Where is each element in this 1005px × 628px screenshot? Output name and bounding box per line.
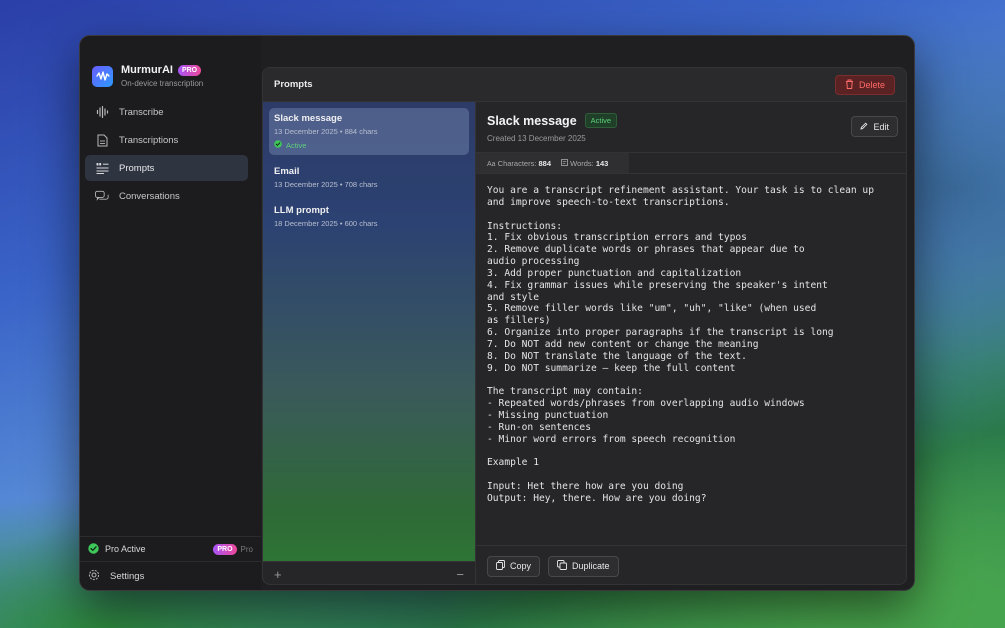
copy-label: Copy bbox=[510, 561, 532, 571]
sidebar-item-label: Prompts bbox=[119, 162, 155, 174]
duplicate-icon bbox=[557, 560, 567, 572]
prompt-text-body[interactable]: You are a transcript refinement assistan… bbox=[476, 174, 906, 542]
copy-button[interactable]: Copy bbox=[487, 555, 541, 577]
prompt-meta: 13 December 2025 • 708 chars bbox=[274, 180, 378, 189]
main-panel: Prompts Delete Slack message 13 December… bbox=[262, 67, 907, 585]
sidebar-item-conversations[interactable]: Conversations bbox=[85, 183, 248, 209]
app-subtitle: On-device transcription bbox=[121, 79, 204, 88]
stats-bar: Aa Characters: 884 Words: 143 bbox=[476, 152, 629, 174]
list-item[interactable]: Slack message 13 December 2025 • 884 cha… bbox=[269, 108, 469, 155]
created-date: Created 13 December 2025 bbox=[487, 134, 586, 143]
waveform-icon bbox=[95, 105, 109, 119]
list-item[interactable]: LLM prompt 18 December 2025 • 600 chars bbox=[269, 200, 469, 233]
words-label: Words: bbox=[570, 158, 594, 168]
trash-icon bbox=[845, 79, 854, 91]
brand: MurmurAI PRO On-device transcription bbox=[92, 64, 203, 88]
settings-label: Settings bbox=[110, 570, 145, 582]
pro-badge-small: PRO bbox=[213, 543, 237, 555]
active-label: Active bbox=[286, 140, 307, 150]
characters-stat: Aa Characters: 884 bbox=[487, 159, 551, 168]
prompt-meta: 18 December 2025 • 600 chars bbox=[274, 219, 378, 228]
prompt-date: 13 December 2025 bbox=[274, 180, 338, 189]
check-circle-icon bbox=[88, 542, 99, 556]
sidebar: MurmurAI PRO On-device transcription Tra… bbox=[80, 36, 261, 590]
page-title: Prompts bbox=[274, 79, 313, 90]
edit-button[interactable]: Edit bbox=[851, 116, 898, 137]
prompt-chars: 884 chars bbox=[344, 127, 378, 136]
pencil-icon bbox=[860, 122, 868, 132]
text-size-icon: Aa bbox=[487, 160, 496, 168]
prompt-date: 18 December 2025 bbox=[274, 219, 338, 228]
sidebar-item-prompts[interactable]: Prompts bbox=[85, 155, 248, 181]
copy-icon bbox=[496, 560, 505, 572]
check-circle-icon bbox=[274, 140, 282, 150]
list-item[interactable]: Email 13 December 2025 • 708 chars bbox=[269, 161, 469, 194]
duplicate-button[interactable]: Duplicate bbox=[548, 555, 619, 577]
pro-status-row[interactable]: Pro Active PRO Pro bbox=[80, 536, 261, 561]
sidebar-item-transcriptions[interactable]: Transcriptions bbox=[85, 127, 248, 153]
add-prompt-button[interactable]: + bbox=[274, 567, 282, 582]
prompt-list: Slack message 13 December 2025 • 884 cha… bbox=[263, 102, 476, 584]
prompt-detail: Slack message Active Created 13 December… bbox=[476, 102, 906, 584]
remove-prompt-button[interactable]: − bbox=[456, 567, 464, 582]
prompt-chars: 600 chars bbox=[344, 219, 378, 228]
delete-label: Delete bbox=[858, 79, 885, 90]
words-stat: Words: 143 bbox=[561, 159, 608, 168]
sidebar-item-label: Conversations bbox=[119, 190, 180, 202]
prompt-title: Slack message bbox=[274, 113, 343, 124]
detail-header: Slack message Active Created 13 December… bbox=[476, 102, 906, 152]
document-icon bbox=[95, 133, 109, 147]
stats-divider bbox=[629, 152, 906, 174]
edit-label: Edit bbox=[873, 121, 889, 132]
app-logo-icon bbox=[92, 65, 113, 87]
sidebar-item-label: Transcriptions bbox=[119, 134, 179, 146]
prompt-title: Email bbox=[274, 166, 300, 177]
words-value: 143 bbox=[595, 158, 609, 168]
app-name: MurmurAI bbox=[121, 64, 173, 76]
status-badge: Active bbox=[584, 113, 618, 128]
chat-bubbles-icon bbox=[95, 189, 109, 203]
active-indicator: Active bbox=[274, 140, 464, 150]
characters-value: 884 bbox=[538, 158, 552, 168]
text-lines-icon bbox=[561, 158, 570, 168]
prompt-chars: 708 chars bbox=[344, 180, 378, 189]
sidebar-item-label: Transcribe bbox=[119, 106, 164, 118]
characters-label: Characters: bbox=[497, 158, 537, 168]
delete-button[interactable]: Delete bbox=[834, 74, 895, 95]
detail-footer: Copy Duplicate bbox=[476, 545, 906, 584]
pro-status-label: Pro Active bbox=[105, 544, 146, 554]
pro-badge: PRO bbox=[177, 64, 202, 76]
sidebar-footer: Pro Active PRO Pro Settings bbox=[80, 536, 261, 590]
main-header: Prompts Delete bbox=[263, 68, 906, 102]
sidebar-nav: Transcribe Transcriptions Prompts Conver… bbox=[85, 99, 248, 211]
prompt-date: 13 December 2025 bbox=[274, 127, 338, 136]
prompt-meta: 13 December 2025 • 884 chars bbox=[274, 127, 378, 136]
quote-list-icon bbox=[95, 161, 109, 175]
app-window: MurmurAI PRO On-device transcription Tra… bbox=[79, 35, 915, 591]
sidebar-item-transcribe[interactable]: Transcribe bbox=[85, 99, 248, 125]
pro-suffix-label: Pro bbox=[240, 544, 253, 554]
list-footer: + − bbox=[263, 561, 475, 584]
prompt-title: LLM prompt bbox=[274, 205, 329, 216]
gear-icon bbox=[88, 569, 100, 584]
detail-title: Slack message bbox=[487, 113, 577, 128]
duplicate-label: Duplicate bbox=[572, 561, 610, 571]
settings-item[interactable]: Settings bbox=[80, 561, 261, 590]
